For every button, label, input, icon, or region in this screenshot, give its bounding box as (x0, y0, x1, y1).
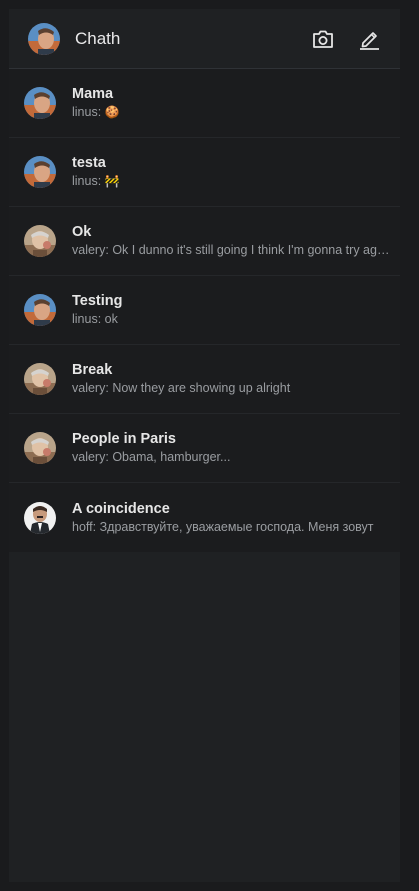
avatar (24, 225, 56, 257)
last-message-preview: valery: Now they are showing up alright (72, 380, 390, 397)
chat-list-item[interactable]: testa linus: 🚧 (9, 138, 400, 207)
chat-text: testa linus: 🚧 (72, 154, 390, 190)
chat-name: People in Paris (72, 431, 176, 447)
chat-list-item[interactable]: Break valery: Now they are showing up alr… (9, 345, 400, 414)
chat-list-item[interactable]: People in Paris valery: Obama, hamburger.… (9, 414, 400, 483)
chat-list-item[interactable]: Mama linus: 🍪 (9, 69, 400, 138)
profile-avatar[interactable] (28, 22, 60, 55)
message-text: Ok I dunno it's still going I think I'm … (112, 243, 390, 257)
chat-list-item[interactable]: A coincidence hoff: Здравствуйте, уважаем… (9, 483, 400, 552)
chat-text: Ok valery: Ok I dunno it's still going I … (72, 223, 390, 259)
page-title: Chath (75, 28, 121, 48)
last-message-preview: linus: 🍪 (72, 104, 390, 121)
pencil-icon (360, 31, 379, 50)
last-message-preview: linus: ok (72, 311, 390, 328)
header: Chath (9, 9, 400, 69)
compose-button[interactable] (355, 25, 383, 53)
avatar (24, 432, 56, 464)
chat-text: Break valery: Now they are showing up alr… (72, 361, 390, 397)
last-message-preview: hoff: Здравствуйте, уважаемые господа. М… (72, 519, 390, 536)
avatar (24, 501, 56, 534)
message-sender: valery: (72, 450, 109, 464)
chat-list-item[interactable]: Ok valery: Ok I dunno it's still going I … (9, 207, 400, 276)
camera-button[interactable] (309, 25, 337, 53)
chat-name: A coincidence (72, 500, 170, 517)
message-sender: linus: (72, 105, 102, 119)
chat-text: Testing linus: ok (72, 292, 390, 328)
chat-text: Mama linus: 🍪 (72, 85, 390, 121)
chat-text: A coincidence hoff: Здравствуйте, уважаем… (72, 500, 390, 536)
message-sender: valery: (72, 243, 109, 257)
chat-list: Mama linus: 🍪 testa linus: 🚧 Ok valery: Ok … (9, 69, 400, 552)
chat-name: Testing (72, 293, 123, 309)
camera-icon (313, 30, 333, 48)
chat-text: People in Paris valery: Obama, hamburger.… (72, 430, 390, 466)
last-message-preview: valery: Obama, hamburger... (72, 449, 390, 466)
avatar (24, 363, 56, 395)
avatar (24, 87, 56, 119)
emoji-icon: 🚧 (104, 174, 120, 188)
emoji-icon: 🍪 (104, 105, 120, 119)
avatar (24, 156, 56, 188)
last-message-preview: valery: Ok I dunno it's still going I th… (72, 242, 390, 259)
message-text: Now they are showing up alright (112, 381, 291, 395)
message-text: ok (104, 312, 118, 326)
app-window: Chath Mama linus: 🍪 testa linus: 🚧 Ok va… (9, 9, 400, 882)
message-sender: linus: (72, 312, 102, 326)
message-sender: valery: (72, 381, 109, 395)
message-text: Obama, hamburger... (112, 450, 231, 464)
chat-name: Ok (72, 224, 92, 240)
chat-name: Break (72, 362, 113, 378)
chat-name: Mama (72, 86, 114, 102)
message-sender: linus: (72, 174, 102, 188)
message-sender: hoff: (72, 519, 97, 534)
chat-name: testa (72, 155, 106, 171)
chat-list-item[interactable]: Testing linus: ok (9, 276, 400, 345)
last-message-preview: linus: 🚧 (72, 173, 390, 190)
message-text: Здравствуйте, уважаемые господа. Меня зо… (99, 519, 374, 534)
avatar (24, 294, 56, 326)
